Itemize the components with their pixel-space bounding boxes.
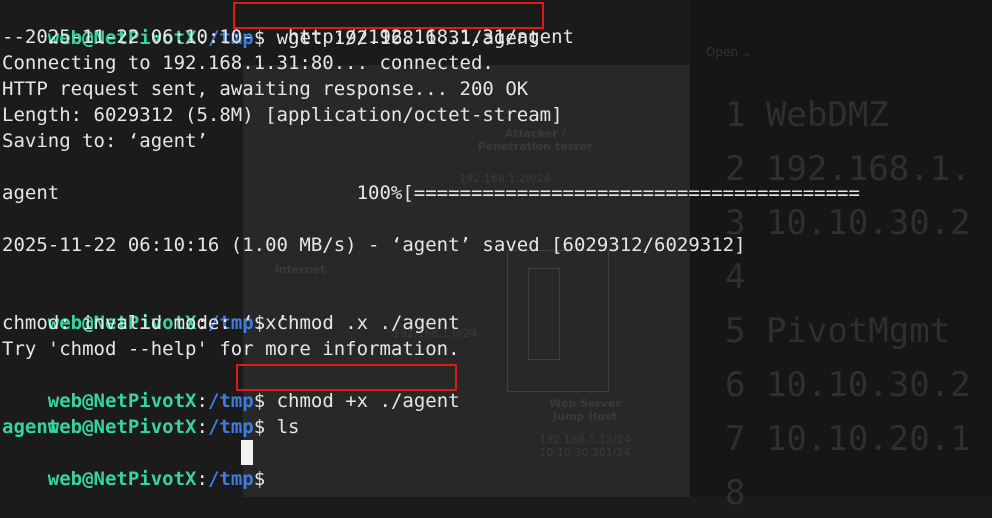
terminal-line: HTTP request sent, awaiting response... … xyxy=(2,78,529,100)
terminal-line: chmod: invalid mode: ‘.x’ xyxy=(2,312,288,334)
highlight-box-chmod xyxy=(236,364,457,391)
terminal-line: Connecting to 192.168.1.31:80... connect… xyxy=(2,52,494,74)
terminal-output[interactable]: web@NetPivotX:/tmp$ wget 192.168.1.31/ag… xyxy=(0,0,992,497)
ls-output-file: agent xyxy=(2,416,60,438)
command-text: ls xyxy=(265,416,300,438)
terminal-line: Try 'chmod --help' for more information. xyxy=(2,338,460,360)
prompt-path: /tmp xyxy=(207,468,254,490)
prompt-colon: : xyxy=(196,468,208,490)
prompt-dollar: $ xyxy=(253,468,266,490)
prompt-user-host: web@NetPivotX xyxy=(47,468,197,490)
command-input[interactable] xyxy=(265,468,276,490)
download-progress-line: agent 100%[=============================… xyxy=(2,182,860,204)
highlight-box-wget xyxy=(233,2,544,29)
prompt-user-host: web@NetPivotX xyxy=(47,416,197,438)
terminal-line-ls: web@NetPivotX:/tmp$ ls xyxy=(2,388,300,438)
terminal-line-chmod-bad: web@NetPivotX:/tmp$ chmod .x ./agent xyxy=(2,284,460,334)
terminal-line-current: web@NetPivotX:/tmp$ xyxy=(2,440,277,490)
terminal-cursor xyxy=(241,440,253,465)
terminal-line: Length: 6029312 (5.8M) [application/octe… xyxy=(2,104,563,126)
prompt-dollar: $ xyxy=(253,416,266,438)
terminal-line: 2025-11-22 06:10:16 (1.00 MB/s) - ‘agent… xyxy=(2,234,746,256)
terminal-line: Saving to: ‘agent’ xyxy=(2,130,208,152)
prompt-path: /tmp xyxy=(207,416,254,438)
command-text: chmod .x ./agent xyxy=(265,312,460,334)
prompt-colon: : xyxy=(196,416,208,438)
